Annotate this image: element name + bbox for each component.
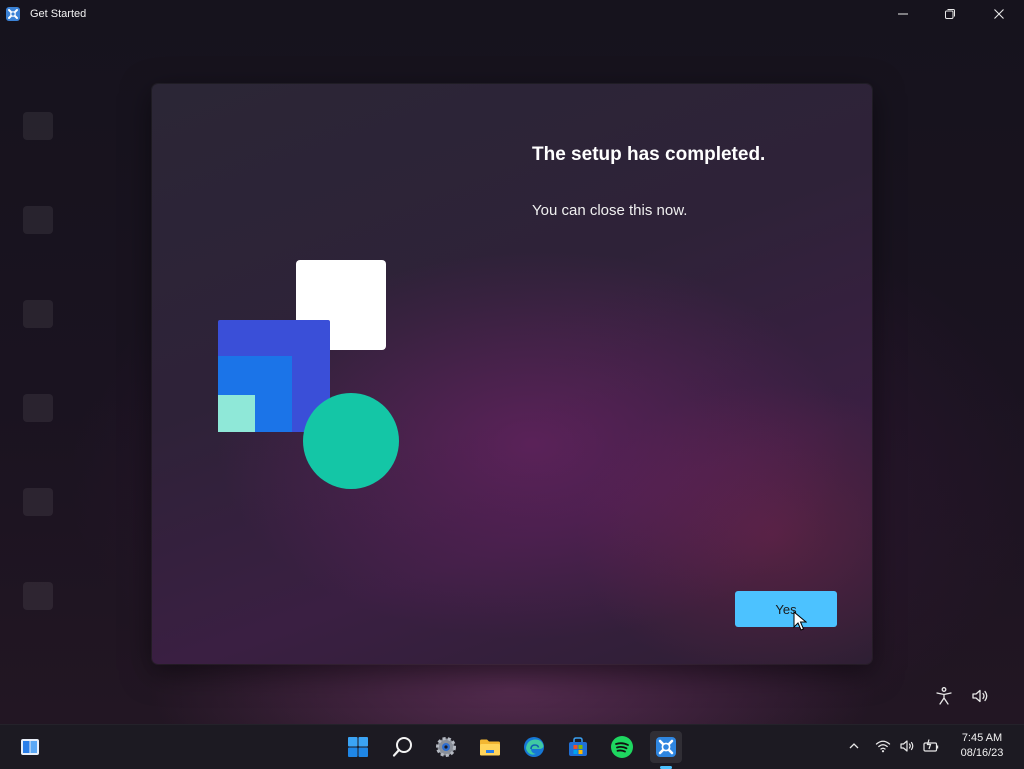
windows-shapes-illustration [218, 260, 399, 489]
settings-button[interactable] [430, 731, 462, 763]
desktop-icon-ghost [8, 112, 68, 146]
widgets-button[interactable] [14, 731, 46, 763]
clock-time: 7:45 AM [961, 732, 1003, 744]
close-button[interactable] [976, 0, 1022, 28]
minimize-button[interactable] [880, 0, 926, 28]
restore-button[interactable] [927, 0, 973, 28]
file-explorer-button[interactable] [474, 731, 506, 763]
teal-circle-shape [303, 393, 399, 489]
desktop-icon-ghost [8, 488, 68, 522]
battery-status[interactable] [922, 737, 940, 755]
desktop-icon-ghost [8, 300, 68, 334]
dialog-heading: The setup has completed. [532, 144, 766, 165]
search-button[interactable] [387, 731, 419, 763]
volume-button[interactable] [970, 686, 990, 706]
chevron-up-icon [849, 743, 859, 749]
speaker-status[interactable] [898, 737, 916, 755]
start-button[interactable] [342, 731, 374, 763]
speaker-icon [900, 740, 914, 752]
get-started-taskbar-button[interactable] [650, 731, 682, 763]
widgets-icon [21, 739, 39, 755]
edge-icon [524, 737, 544, 757]
microsoft-store-button[interactable] [562, 731, 594, 763]
window-titlebar[interactable]: Get Started [0, 0, 1024, 28]
show-hidden-icons-button[interactable] [845, 737, 863, 755]
accessibility-icon [936, 687, 952, 705]
minimize-icon [898, 13, 908, 15]
volume-icon [972, 689, 988, 703]
window-title: Get Started [30, 8, 87, 20]
setup-complete-dialog: The setup has completed. You can close t… [152, 84, 872, 664]
wifi-icon [875, 740, 891, 753]
folder-icon [480, 739, 500, 756]
desktop-icon-ghost [8, 394, 68, 428]
mint-square-shape [218, 395, 255, 432]
clock-date: 08/16/23 [960, 747, 1004, 759]
close-icon [994, 9, 1004, 19]
accessibility-button[interactable] [934, 686, 954, 706]
desktop-icon-ghost [8, 582, 68, 616]
restore-icon [945, 9, 955, 19]
taskbar [0, 724, 1024, 769]
windows-logo-icon [348, 737, 368, 757]
spotify-button[interactable] [606, 731, 638, 763]
get-started-app-icon [656, 737, 676, 757]
settings-gear-icon [436, 737, 456, 757]
desktop-icon-ghost [8, 206, 68, 240]
taskbar-clock[interactable]: 7:45 AM 08/16/23 [950, 731, 1014, 761]
wifi-status[interactable] [874, 737, 892, 755]
dialog-message: You can close this now. [532, 202, 688, 219]
battery-icon [923, 739, 939, 752]
yes-button[interactable]: Yes [735, 591, 837, 627]
store-icon [569, 737, 587, 756]
spotify-icon [611, 736, 633, 758]
search-icon [392, 737, 412, 757]
get-started-app-icon [6, 7, 20, 21]
edge-button[interactable] [518, 731, 550, 763]
